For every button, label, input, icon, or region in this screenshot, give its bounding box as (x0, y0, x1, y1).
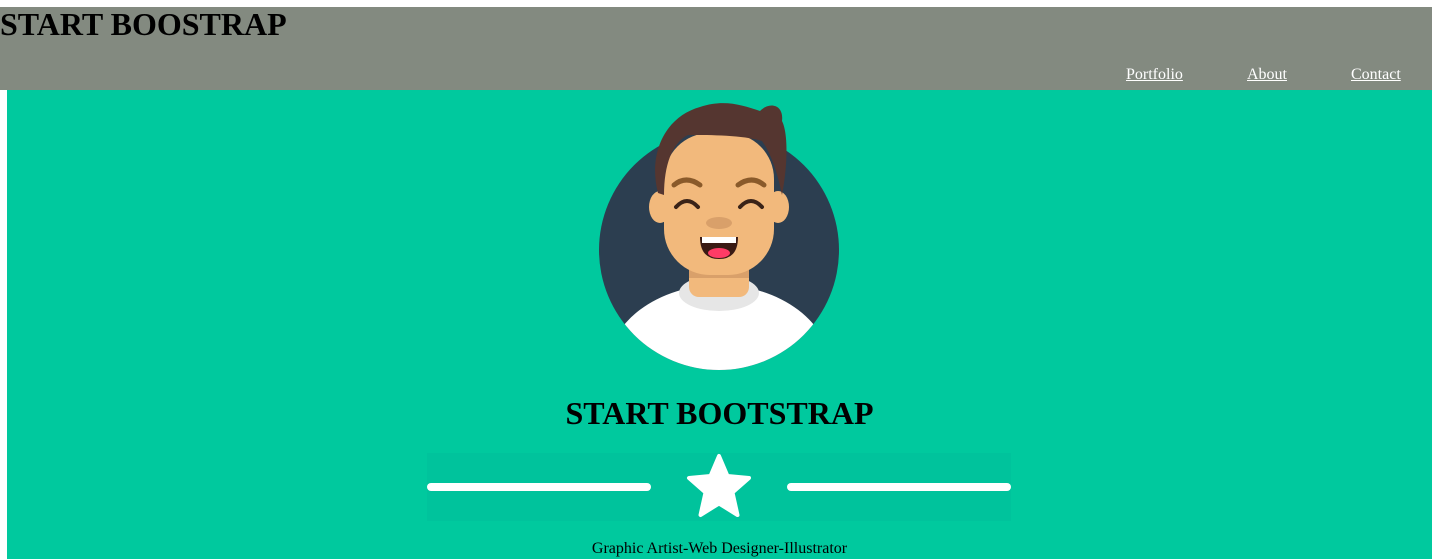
avatar-man-icon (599, 103, 839, 370)
nav-link-portfolio[interactable]: Portfolio (1126, 66, 1183, 84)
hero-title: START BOOTSTRAP (565, 395, 874, 431)
nav-link-about[interactable]: About (1247, 66, 1287, 84)
hero-tagline: Graphic Artist-Web Designer-Illustrator (591, 540, 848, 557)
page: START BOOSTRAP Portfolio About Contact S… (0, 0, 1439, 559)
star-divider (427, 453, 1011, 521)
nav-links: Portfolio About Contact (0, 66, 1432, 90)
navbar: START BOOSTRAP Portfolio About Contact (0, 7, 1432, 90)
navbar-brand[interactable]: START BOOSTRAP (0, 8, 287, 40)
star-icon (687, 454, 751, 517)
nav-link-contact[interactable]: Contact (1351, 66, 1401, 84)
divider-line-right (787, 483, 1011, 491)
hero-section: START BOOTSTRAP Graphic Artist-Web Desig… (7, 90, 1432, 559)
divider-line-left (427, 483, 651, 491)
